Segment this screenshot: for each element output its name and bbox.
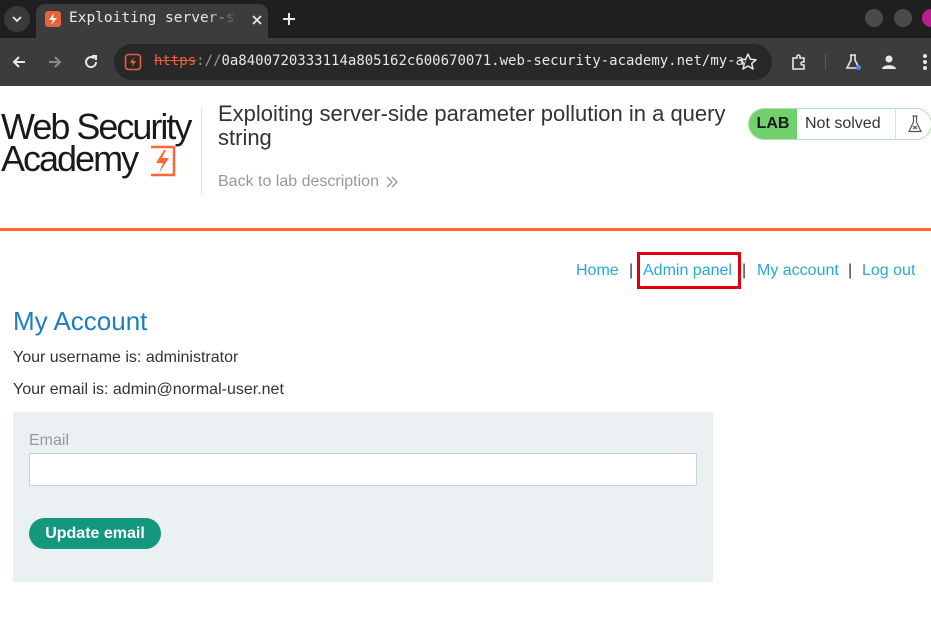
browser-tabstrip: Exploiting server-side parameter polluti… (0, 0, 931, 38)
update-email-button[interactable]: Update email (29, 518, 161, 549)
extensions-button[interactable] (788, 51, 810, 73)
reload-icon (85, 55, 98, 69)
header-divider (201, 108, 202, 194)
puzzle-icon (792, 54, 805, 70)
address-bar[interactable]: https://0a8400720333114a805162c600670071… (114, 44, 772, 80)
reload-button[interactable] (80, 51, 102, 73)
page-content: Web Security Academy Exploiting server-s… (0, 86, 931, 630)
url-scheme: https (154, 53, 197, 69)
close-icon (252, 15, 262, 25)
kebab-menu-icon (923, 54, 927, 70)
window-close-button[interactable] (922, 9, 931, 27)
web-security-academy-logo[interactable]: Web Security Academy (0, 108, 200, 180)
window-maximize-button[interactable] (894, 9, 912, 27)
toolbar-divider (825, 54, 826, 70)
nav-separator: | (742, 262, 747, 279)
site-warning-icon[interactable] (124, 53, 142, 71)
flask-icon (845, 54, 861, 70)
arrow-right-icon (49, 56, 62, 68)
lightning-logo-icon (151, 145, 176, 177)
lab-status-icon-cell (895, 109, 931, 139)
chevron-down-icon (12, 16, 22, 23)
header-orange-rule (0, 228, 931, 231)
nav-separator: | (848, 262, 853, 279)
nav-home-link[interactable]: Home (576, 262, 619, 280)
url-text: https://0a8400720333114a805162c600670071… (154, 53, 746, 69)
url-host-path: 0a8400720333114a805162c600670071.web-sec… (221, 53, 746, 69)
tab-search-button[interactable] (4, 6, 30, 32)
forward-button[interactable] (44, 51, 66, 73)
username-text: Your username is: administrator (13, 349, 239, 366)
admin-panel-highlight-box (637, 252, 741, 289)
labs-button[interactable] (842, 51, 864, 73)
back-to-lab-description-link[interactable]: Back to lab description (218, 173, 399, 191)
flask-icon (907, 115, 922, 133)
person-icon (882, 55, 896, 69)
browser-menu-button[interactable] (914, 51, 931, 73)
tab-title: Exploiting server-side parameter polluti… (69, 10, 239, 26)
email-field-label: Email (29, 432, 70, 449)
lab-label: LAB (749, 109, 797, 139)
lab-status-badge: LAB Not solved (748, 108, 931, 140)
arrow-left-icon (12, 56, 25, 68)
update-email-form: Email Update email (13, 412, 713, 582)
double-chevron-right-icon (386, 176, 398, 188)
nav-separator: | (629, 262, 634, 279)
back-link-label: Back to lab description (218, 173, 379, 190)
nav-my-account-link[interactable]: My account (757, 262, 839, 280)
page-title: My Account (13, 306, 148, 336)
email-field[interactable] (29, 453, 697, 486)
nav-log-out-link[interactable]: Log out (862, 262, 915, 280)
browser-tab[interactable]: Exploiting server-side parameter polluti… (36, 4, 268, 38)
back-button[interactable] (8, 51, 30, 73)
window-minimize-button[interactable] (865, 9, 883, 27)
profile-button[interactable] (878, 51, 900, 73)
url-separator: :// (196, 53, 222, 69)
plus-icon (283, 13, 295, 25)
new-tab-button[interactable] (280, 10, 298, 28)
lab-status-text: Not solved (805, 115, 881, 132)
account-nav: Home | Admin panel | My account | Log ou… (0, 260, 931, 284)
star-icon[interactable] (738, 52, 758, 72)
browser-toolbar: https://0a8400720333114a805162c600670071… (0, 38, 931, 86)
lab-title: Exploiting server-side parameter polluti… (218, 101, 726, 150)
logo-text-line2: Academy (1, 138, 139, 179)
email-text: Your email is: admin@normal-user.net (13, 381, 284, 398)
tab-close-button[interactable] (248, 11, 266, 29)
tab-favicon-icon (45, 11, 61, 27)
